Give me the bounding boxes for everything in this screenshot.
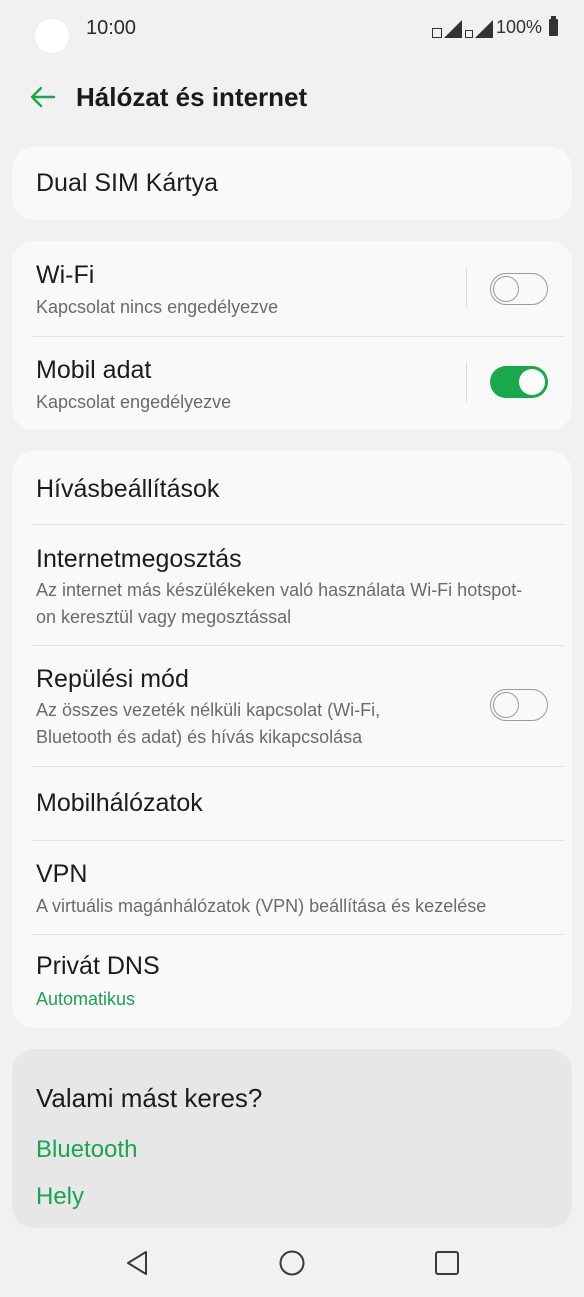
bluetooth-link[interactable]: Bluetooth (36, 1136, 137, 1164)
nav-back-icon[interactable] (122, 1248, 152, 1278)
airplane-mode-label: Repülési mód (36, 665, 189, 693)
dual-sim-label: Dual SIM Kártya (36, 169, 219, 197)
mobile-networks-item[interactable]: Mobilhálózatok (12, 767, 572, 840)
call-settings-label: Hívásbeállítások (36, 475, 220, 503)
navigation-bar (0, 1232, 584, 1297)
wifi-label: Wi-Fi (36, 261, 95, 289)
mobile-data-divider (466, 362, 467, 402)
call-settings-item[interactable]: Hívásbeállítások (12, 451, 572, 525)
vpn-item[interactable]: VPN A virtuális magánhálózatok (VPN) beá… (12, 841, 572, 934)
private-dns-subtitle: Automatikus (36, 989, 136, 1009)
nav-recents-icon[interactable] (432, 1248, 462, 1278)
airplane-mode-subtitle: Az összes vezeték nélküli kapcsolat (Wi-… (36, 700, 381, 747)
battery-icon (549, 16, 558, 36)
wifi-subtitle: Kapcsolat nincs engedélyezve (36, 297, 279, 317)
connectivity-card: Wi-Fi Kapcsolat nincs engedélyezve Mobil… (12, 241, 572, 430)
app-bar: Hálózat és internet (0, 70, 584, 126)
status-bar: 10:00 100% (0, 0, 584, 60)
vpn-label: VPN (36, 860, 88, 888)
search-suggestions-question: Valami mást keres? (36, 1083, 263, 1113)
camera-cutout (35, 19, 69, 53)
sim2-signal-icon (464, 18, 493, 38)
mobile-networks-label: Mobilhálózatok (36, 789, 203, 817)
tethering-label: Internetmegosztás (36, 545, 242, 573)
vpn-subtitle: A virtuális magánhálózatok (VPN) beállít… (36, 896, 487, 916)
private-dns-item[interactable]: Privát DNS Automatikus (12, 935, 572, 1028)
wifi-toggle[interactable] (490, 273, 548, 305)
wifi-divider (466, 267, 467, 307)
mobile-data-item[interactable]: Mobil adat Kapcsolat engedélyezve (12, 336, 572, 430)
sim1-signal-icon (431, 18, 462, 38)
search-suggestions-card: Valami mást keres? Bluetooth Hely (12, 1049, 572, 1228)
dual-sim-card[interactable]: Dual SIM Kártya (12, 147, 572, 220)
nav-home-icon[interactable] (277, 1248, 307, 1278)
location-link[interactable]: Hely (36, 1183, 84, 1211)
mobile-data-subtitle: Kapcsolat engedélyezve (36, 392, 232, 412)
dual-sim-item[interactable]: Dual SIM Kártya (12, 147, 572, 220)
mobile-data-label: Mobil adat (36, 356, 152, 384)
page-title: Hálózat és internet (76, 82, 308, 112)
private-dns-label: Privát DNS (36, 952, 160, 980)
wifi-item[interactable]: Wi-Fi Kapcsolat nincs engedélyezve (12, 241, 572, 336)
battery-percent: 100% (495, 17, 542, 37)
airplane-mode-toggle[interactable] (490, 689, 548, 721)
status-icons: 100% (431, 16, 558, 38)
settings-card: Hívásbeállítások Internetmegosztás Az in… (12, 451, 572, 1028)
tethering-item[interactable]: Internetmegosztás Az internet más készül… (12, 525, 572, 646)
status-time: 10:00 (86, 17, 137, 39)
airplane-mode-item[interactable]: Repülési mód Az összes vezeték nélküli k… (12, 646, 572, 767)
back-arrow-icon[interactable] (28, 82, 58, 112)
mobile-data-toggle[interactable] (490, 366, 548, 398)
tethering-subtitle: Az internet más készülékeken való haszná… (36, 580, 523, 627)
